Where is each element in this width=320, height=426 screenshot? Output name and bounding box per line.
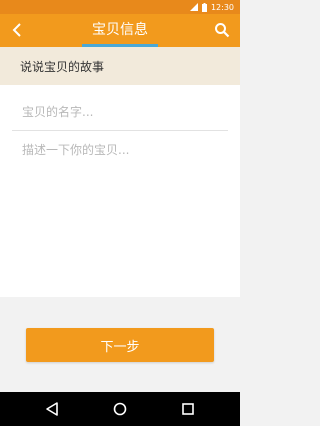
signal-icon: [189, 3, 198, 11]
next-button[interactable]: 下一步: [26, 328, 214, 362]
section-header: 说说宝贝的故事: [0, 47, 240, 85]
status-time: 12:30: [210, 2, 234, 12]
form-area: [0, 85, 240, 297]
search-icon[interactable]: [214, 22, 230, 38]
system-nav-bar: [0, 392, 240, 426]
page-title: 宝贝信息: [92, 22, 148, 38]
battery-icon: [201, 2, 207, 12]
recent-square-icon[interactable]: [180, 401, 196, 417]
name-input[interactable]: [12, 98, 228, 126]
back-triangle-icon[interactable]: [44, 401, 60, 417]
description-input[interactable]: [12, 137, 228, 287]
divider: [12, 130, 228, 131]
home-circle-icon[interactable]: [112, 401, 128, 417]
status-bar: 12:30: [0, 0, 240, 14]
app-bar: 宝贝信息: [0, 14, 240, 47]
